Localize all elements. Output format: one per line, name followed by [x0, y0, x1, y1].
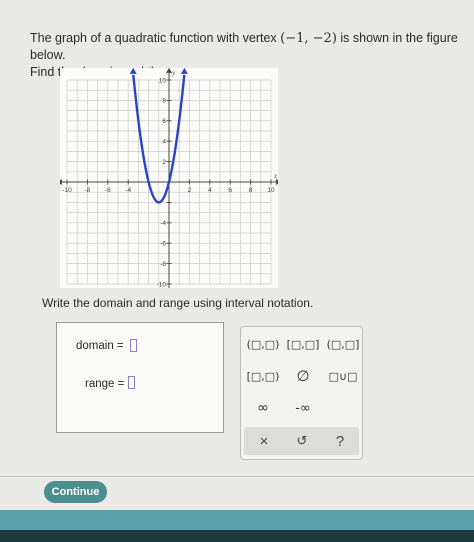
x-axis-label: x: [273, 172, 278, 180]
x-tick-label: -8: [85, 187, 91, 194]
keypad-action-bar: × ↺ ?: [244, 427, 359, 455]
interval-keypad: (□,□) [□,□] (□,□] [□,□) ∅ □∪□ ∞ -∞ × ↺ ?: [240, 326, 363, 460]
domain-input[interactable]: [130, 339, 137, 352]
help-icon[interactable]: ?: [322, 427, 358, 455]
footer-divider: [0, 476, 474, 477]
empty-set-button[interactable]: ∅: [285, 367, 321, 385]
x-tick-label: 2: [188, 187, 192, 194]
y-tick-label: -10: [157, 281, 167, 288]
undo-icon[interactable]: ↺: [284, 427, 320, 455]
y-tick-label: 2: [162, 159, 166, 166]
x-tick-label: -4: [125, 187, 131, 194]
bottom-band: [0, 510, 474, 530]
open-open-interval-button[interactable]: (□,□): [245, 335, 281, 353]
instruction-text: Write the domain and range using interva…: [42, 296, 314, 310]
clear-icon[interactable]: ×: [246, 427, 282, 455]
y-tick-label: -4: [160, 220, 166, 227]
range-label: range =: [85, 378, 125, 390]
x-tick-label: 4: [208, 187, 212, 194]
problem-text-before: The graph of a quadratic function with v…: [30, 31, 277, 45]
domain-label: domain =: [76, 340, 124, 352]
bottom-dark-band: [0, 530, 474, 542]
x-tick-label: 6: [228, 187, 232, 194]
continue-button[interactable]: Continue: [44, 481, 107, 503]
y-tick-label: 10: [159, 77, 167, 84]
x-tick-label: 10: [267, 187, 275, 194]
x-tick-label: 8: [249, 187, 253, 194]
negative-infinity-button[interactable]: -∞: [285, 399, 321, 417]
y-tick-label: 8: [162, 98, 166, 105]
y-tick-label: -8: [160, 261, 166, 268]
open-closed-interval-button[interactable]: (□,□]: [325, 335, 361, 353]
closed-closed-interval-button[interactable]: [□,□]: [285, 335, 321, 353]
y-tick-label: 4: [162, 139, 166, 146]
answer-box: domain = range =: [56, 322, 224, 433]
y-axis-label: y: [171, 69, 176, 77]
y-tick-label: -6: [160, 241, 166, 248]
union-button[interactable]: □∪□: [325, 367, 361, 385]
x-tick-label: -6: [105, 187, 111, 194]
infinity-button[interactable]: ∞: [245, 399, 281, 417]
x-tick-label: -10: [62, 187, 72, 194]
parabola-arrow-right: [180, 67, 188, 74]
parabola-arrow-left: [129, 67, 137, 74]
closed-open-interval-button[interactable]: [□,□): [245, 367, 281, 385]
graph-svg: -10 -8 -6 -4 2 4 6 8 10 10 8 6 4 2 -4 -6 -8 -10 x y: [56, 67, 282, 297]
quadratic-graph: -10 -8 -6 -4 2 4 6 8 10 10 8 6 4 2 -4 -6 -8 -10 x y: [56, 67, 282, 297]
x-axis-arrow-left: [56, 179, 62, 185]
range-input[interactable]: [128, 376, 135, 389]
y-tick-label: 6: [162, 118, 166, 125]
problem-vertex: (−1, −2): [280, 31, 337, 46]
